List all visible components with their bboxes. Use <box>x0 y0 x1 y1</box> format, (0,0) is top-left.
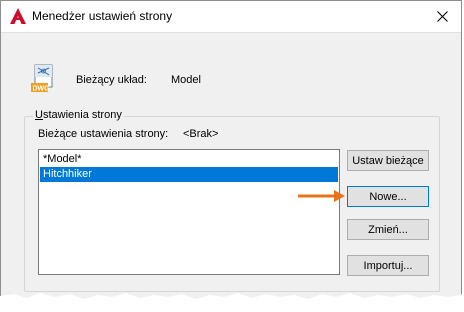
svg-text:DWG: DWG <box>33 86 51 93</box>
page-setups-list[interactable]: *Model* Hitchhiker <box>38 149 340 275</box>
new-button[interactable]: Nowe... <box>347 186 429 207</box>
new-button-label: Nowe... <box>369 190 407 203</box>
list-item-model[interactable]: *Model* <box>40 152 338 167</box>
close-button[interactable] <box>427 4 457 28</box>
import-button-label: Importuj... <box>363 259 413 272</box>
current-page-setup-value: <Brak> <box>183 128 219 140</box>
autocad-app-icon <box>10 8 26 24</box>
set-current-button-label: Ustaw bieżące <box>352 154 424 167</box>
group-title-rest: stawienia strony <box>42 109 122 121</box>
dwg-file-icon: DWG <box>31 64 53 93</box>
set-current-button[interactable]: Ustaw bieżące <box>347 150 429 171</box>
title-bar: Menedżer ustawień strony <box>1 1 461 33</box>
current-page-setup-label: Bieżące ustawienia strony: <box>38 128 169 140</box>
torn-paper-edge <box>0 293 464 312</box>
modify-button-label: Zmień... <box>368 223 408 236</box>
group-title-mnemonic: U <box>35 109 43 121</box>
current-layout-value: Model <box>171 74 201 86</box>
page-setup-manager-dialog: Menedżer ustawień strony DWG Bieżący ukł… <box>0 0 462 300</box>
import-button[interactable]: Importuj... <box>347 255 429 276</box>
close-icon <box>436 10 448 22</box>
callout-arrow-icon <box>298 190 345 202</box>
list-item-hitchhiker[interactable]: Hitchhiker <box>40 167 338 182</box>
current-layout-label: Bieżący układ: <box>76 74 147 86</box>
modify-button[interactable]: Zmień... <box>347 219 429 240</box>
page-setups-group-title: Ustawienia strony <box>33 109 124 121</box>
window-title: Menedżer ustawień strony <box>32 9 173 23</box>
